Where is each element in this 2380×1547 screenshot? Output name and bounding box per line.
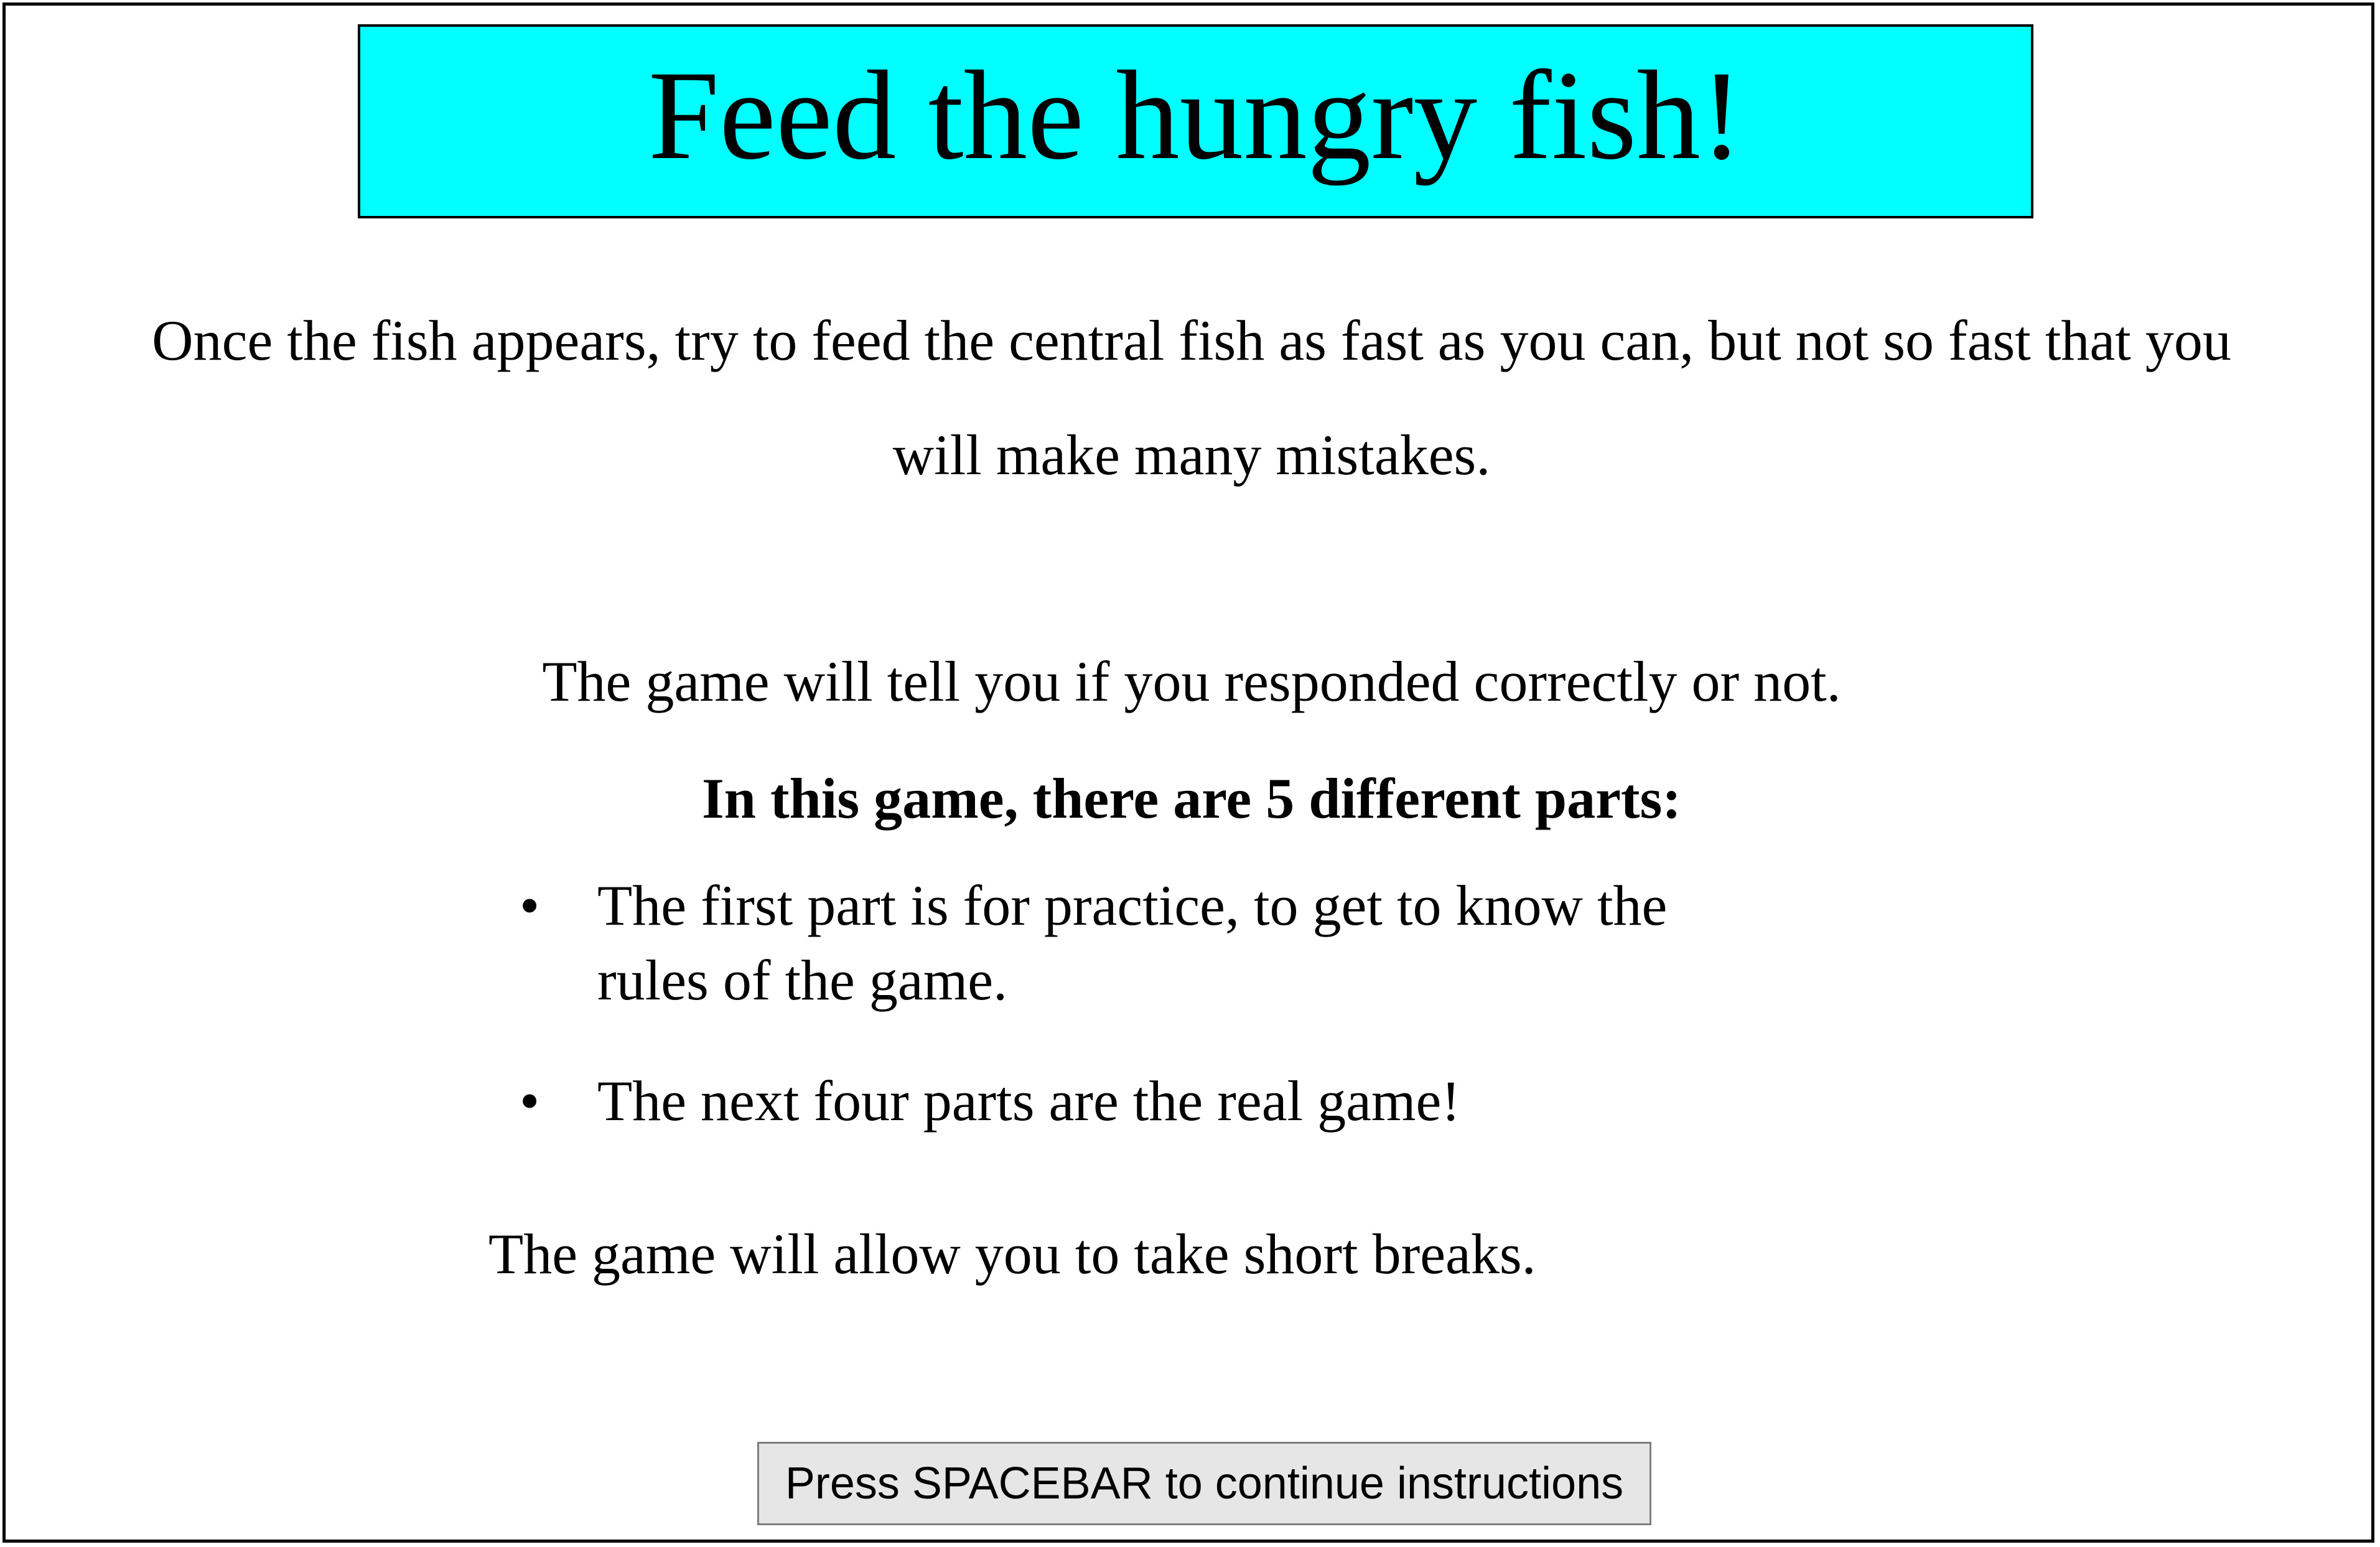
breaks-text: The game will allow you to take short br…: [488, 1222, 1536, 1286]
page-title: Feed the hungry fish!: [648, 44, 1743, 186]
feedback-text: The game will tell you if you responded …: [542, 650, 1841, 713]
continue-button[interactable]: Press SPACEBAR to continue instructions: [757, 1442, 1651, 1525]
bullet-text-line-1: The first part is for practice, to get t…: [597, 874, 1668, 937]
parts-heading: In this game, there are 5 different part…: [702, 767, 1681, 830]
intro-line-2: will make many mistakes.: [892, 423, 1491, 487]
title-banner: Feed the hungry fish!: [358, 24, 2033, 218]
bullet-text-line-2: rules of the game.: [597, 948, 1008, 1012]
instruction-screen: Feed the hungry fish! Once the fish appe…: [2, 2, 2374, 1543]
bullet-marker: •: [520, 874, 540, 937]
bullet-text-line-1: The next four parts are the real game!: [597, 1069, 1460, 1133]
continue-button-label: Press SPACEBAR to continue instructions: [785, 1459, 1624, 1508]
intro-line-1: Once the fish appears, try to feed the c…: [152, 309, 2231, 372]
bullet-marker: •: [520, 1069, 540, 1133]
